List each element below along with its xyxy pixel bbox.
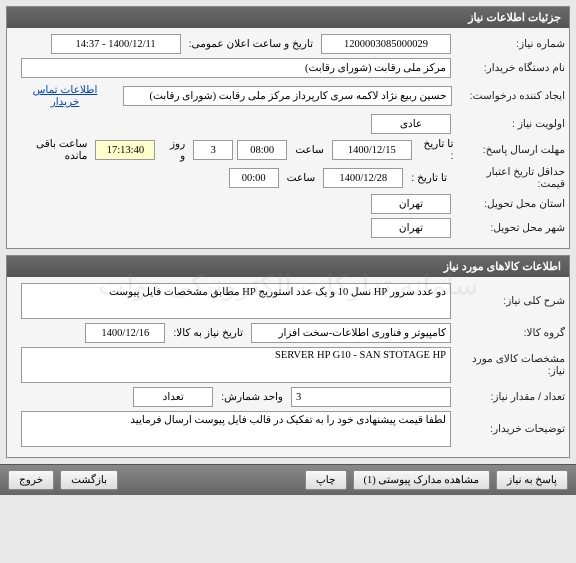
province-label: استان محل تحویل: bbox=[455, 198, 565, 210]
validity-label: حداقل تاریخ اعتبار قیمت: bbox=[455, 166, 565, 190]
time-label-1: ساعت bbox=[291, 144, 328, 156]
desc-textarea[interactable] bbox=[21, 283, 451, 319]
buyer-notes-label: توضیحات خریدار: bbox=[455, 423, 565, 435]
announce-input[interactable] bbox=[51, 34, 181, 54]
time-label-2: ساعت bbox=[283, 172, 320, 184]
print-button[interactable]: چاپ bbox=[305, 470, 347, 490]
validity-time-input[interactable] bbox=[229, 168, 279, 188]
back-button[interactable]: بازگشت bbox=[60, 470, 118, 490]
need-number-label: شماره نیاز: bbox=[455, 38, 565, 50]
unit-input[interactable] bbox=[133, 387, 213, 407]
attachments-button[interactable]: مشاهده مدارک پیوستی (1) bbox=[353, 470, 491, 490]
deadline-date-input[interactable] bbox=[332, 140, 412, 160]
panel1-title: جزئیات اطلاعات نیاز bbox=[7, 7, 569, 28]
validity-date-input[interactable] bbox=[323, 168, 403, 188]
announce-label: تاریخ و ساعت اعلان عمومی: bbox=[185, 38, 317, 50]
remaining-time-input[interactable] bbox=[95, 140, 155, 160]
priority-input[interactable] bbox=[371, 114, 451, 134]
to-date-label-2: تا تاریخ : bbox=[407, 172, 451, 184]
qty-label: تعداد / مقدار نیاز: bbox=[455, 391, 565, 403]
footer-toolbar: پاسخ به نیاز مشاهده مدارک پیوستی (1) چاپ… bbox=[0, 464, 576, 495]
creator-input[interactable] bbox=[123, 86, 452, 106]
unit-label: واحد شمارش: bbox=[217, 391, 287, 403]
panel2-title: اطلاعات کالاهای مورد نیاز bbox=[7, 256, 569, 277]
buyer-org-label: نام دستگاه خریدار: bbox=[455, 62, 565, 74]
creator-label: ایجاد کننده درخواست: bbox=[456, 90, 566, 102]
days-and-label: روز و bbox=[159, 138, 189, 162]
group-label: گروه کالا: bbox=[455, 327, 565, 339]
deadline-label: مهلت ارسال پاسخ: bbox=[461, 144, 565, 156]
desc-label: شرح کلی نیاز: bbox=[455, 295, 565, 307]
qty-input[interactable] bbox=[291, 387, 451, 407]
buyer-notes-textarea[interactable] bbox=[21, 411, 451, 447]
reply-button[interactable]: پاسخ به نیاز bbox=[496, 470, 568, 490]
city-label: شهر محل تحویل: bbox=[455, 222, 565, 234]
need-details-panel: جزئیات اطلاعات نیاز شماره نیاز: تاریخ و … bbox=[6, 6, 570, 249]
days-count-input[interactable] bbox=[193, 140, 233, 160]
to-date-label-1: تا تاریخ : bbox=[416, 138, 458, 162]
contact-buyer-button[interactable]: اطلاعات تماس خریدار bbox=[11, 82, 119, 110]
need-date-label: تاریخ نیاز به کالا: bbox=[169, 327, 247, 339]
remaining-label: ساعت باقی مانده bbox=[11, 138, 91, 162]
deadline-time-input[interactable] bbox=[237, 140, 287, 160]
goods-info-panel: اطلاعات کالاهای مورد نیاز شرح کلی نیاز: … bbox=[6, 255, 570, 458]
exit-button[interactable]: خروج bbox=[8, 470, 54, 490]
need-number-input[interactable] bbox=[321, 34, 451, 54]
buyer-org-input[interactable] bbox=[21, 58, 451, 78]
need-date-input[interactable] bbox=[85, 323, 165, 343]
city-input[interactable] bbox=[371, 218, 451, 238]
group-input[interactable] bbox=[251, 323, 451, 343]
spec-label: مشخصات کالای مورد نیاز: bbox=[455, 353, 565, 377]
spec-textarea[interactable] bbox=[21, 347, 451, 383]
province-input[interactable] bbox=[371, 194, 451, 214]
priority-label: اولویت نیاز : bbox=[455, 118, 565, 130]
